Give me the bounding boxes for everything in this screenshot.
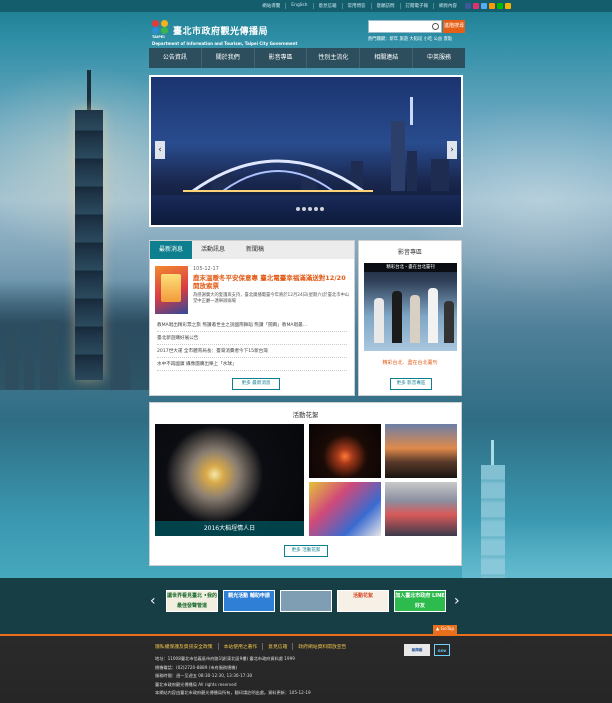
top-link-newsletter[interactable]: 訂閱電子報 [399,3,434,9]
video-overlay-title: 精彩台北・盡在台北臺刊 [364,263,457,272]
facebook-icon[interactable] [465,3,471,9]
banner-voice[interactable]: 讓世界看見臺北 •我的最佳發聲管道 [166,590,218,612]
footer-info: 地址：11008臺北市信義區市府路1號(東北區9樓) 臺北市政府資料處 1999… [155,655,395,698]
slider-dot[interactable] [302,207,306,211]
news-list-item[interactable]: 2017世大運 全市體育局長：臺灣消費者今下15新台灣 [157,345,347,358]
featured-news-title[interactable]: 鹿末溫暖冬平安保意專 臺北電臺幸福滿滿送對12/20開放索票 [193,274,351,290]
slider-dot[interactable] [320,207,324,211]
top-link-sitemap[interactable]: 網站導覽 [257,3,285,9]
top-link-faq[interactable]: 常用問答 [341,3,371,9]
search-icon[interactable] [432,23,439,30]
banner-photo[interactable] [280,590,332,612]
news-list-item[interactable]: 教MA唱出精彩票之旅 熊讚邀世主之說國際舞蹈 熊讚「閱兩」教MA唱最... [157,319,347,332]
slider-bridge [183,159,373,193]
gallery-featured-caption: 2016大稻埕情人日 [155,521,304,536]
video-caption[interactable]: 精彩台北．盡在台北臺刊 [359,359,461,366]
nav-links[interactable]: 相關連結 [360,48,414,68]
featured-news-image[interactable] [155,266,188,314]
top-link-feedback[interactable]: 意見信箱 [312,3,342,9]
share-icon[interactable] [505,3,511,9]
taipei-logo-icon: TAIPEI [152,20,170,40]
more-gallery-button[interactable]: 更多 活動花絮 [284,545,328,557]
nav-media[interactable]: 影音專區 [255,48,308,68]
more-news-button[interactable]: 更多 最新消息 [232,378,280,390]
gallery-featured-photo[interactable]: 2016大稻埕情人日 [155,424,304,536]
slider-tower [410,97,413,125]
news-list-item[interactable]: 水中不再國廣 攝像團購出樂上「水球」 [157,358,347,371]
tab-events[interactable]: 活動訊息 [192,241,234,259]
twitter-icon[interactable] [481,3,487,9]
news-panel: 最新消息 活動訊息 新聞稿 105-12-17 鹿末溫暖冬平安保意專 臺北電臺幸… [149,240,355,396]
slider-dot[interactable] [314,207,318,211]
footer-link-feedback[interactable]: 意見信箱 [262,643,292,650]
slider-dots [296,207,324,211]
footer-link-privacy[interactable]: 隱私權保護及資訊安全政策 [155,643,218,650]
footer-link-copyright[interactable]: 本站使用之著作 [217,643,263,650]
gallery-photo-sunset-city[interactable] [385,424,457,478]
tab-latest-news[interactable]: 最新消息 [150,241,192,259]
video-panel: 影音專區 精彩台北・盡在台北臺刊 精彩台北．盡在台北臺刊 更多 影音專區 [358,240,462,396]
news-tabs: 最新消息 活動訊息 新聞稿 [150,241,354,259]
gallery-title: 活動花絮 [292,411,319,419]
slider-next-button[interactable]: › [447,141,457,159]
gallery-panel: 活動花絮 2016大稻埕情人日 更多 活動花絮 [149,402,462,566]
footer-divider [0,634,612,636]
logo-title: 臺北市政府觀光傳播局 [173,26,269,37]
footer-notice: 本網站內容由臺北市政府觀光傳播局所有，翻印請註明出處。資料更新：105-12-1… [155,690,311,695]
top-link-content[interactable]: 網頁內容 [433,3,462,9]
advanced-search-button[interactable]: 進階搜尋 [443,20,465,33]
slider-dot[interactable] [308,207,312,211]
footer-phone: 總機電話：(02)2720-8889 (市府服務總機) [155,664,238,670]
nav-gender[interactable]: 性別主流化 [307,48,361,68]
banner-tourism-subsidy[interactable]: 觀光活動 輔助申請 [223,590,275,612]
gallery-photo-marathon[interactable] [385,482,457,536]
footer-address: 地址：11008臺北市信義區市府路1號(東北區9樓) 臺北市政府資料處 1999 [155,656,295,661]
gov-badge[interactable]: GOV [434,644,450,656]
banner-prev-button[interactable]: ‹ [150,590,156,612]
news-list-item[interactable]: 臺北新遊購好展公告 [157,332,347,345]
tab-press[interactable]: 新聞稿 [234,241,276,259]
top-links: 網站導覽 English 意見信箱 常用問答 意願訪問 訂閱電子報 網頁內容 [257,3,462,9]
logo-mark-label: TAIPEI [152,35,165,39]
hot-keywords[interactable]: 熱門關鍵：新年 旅遊 大稻埕 小吃 公益 景點 [368,36,452,42]
top-link-english[interactable]: English [285,3,312,9]
banner-next-button[interactable]: › [454,590,460,612]
video-section-title: 影音專區 [397,249,422,256]
gallery-photo-parade[interactable] [309,482,381,536]
main-nav: 公告資訊 關於我們 影音專區 性別主流化 相關連結 中英服務 [149,48,465,68]
slider-prev-button[interactable]: ‹ [155,141,165,159]
gotop-button[interactable]: ▲ GoTop [433,625,457,634]
footer-link-open-data[interactable]: 政府網站資料開放宣告 [292,643,351,650]
taipei-101-photo [70,70,108,380]
top-link-survey[interactable]: 意願訪問 [370,3,400,9]
nav-about[interactable]: 關於我們 [202,48,255,68]
featured-news-description: 為感謝廣大的愛護與支持，臺北廣播電臺今年將於12月24日(星期六)於臺北市中山堂… [193,293,350,304]
footer-links: 隱私權保護及資訊安全政策 本站使用之著作 意見信箱 政府網站資料開放宣告 [155,643,351,650]
taipei-101-illustration [478,440,508,580]
footer-hours: 服務時間：週一至週五 08:30-12:30, 13:30-17:30 [155,673,253,678]
logo-subtitle: Department of Information and Tourism, T… [152,41,298,46]
gallery-photo-fireworks-tower[interactable] [309,424,381,478]
banner-activities[interactable]: 活動花絮 [337,590,389,612]
nav-announcements[interactable]: 公告資訊 [149,48,202,68]
slider-dot[interactable] [296,207,300,211]
line-icon[interactable] [497,3,503,9]
accessibility-badge[interactable]: 無障礙 [404,644,430,656]
featured-news-date: 105-12-17 [193,266,219,272]
instagram-icon[interactable] [473,3,479,9]
social-icons [465,3,511,9]
site-logo[interactable]: TAIPEI 臺北市政府觀光傳播局 [152,20,268,40]
nav-services[interactable]: 中英服務 [413,48,465,68]
video-thumbnail[interactable]: 精彩台北・盡在台北臺刊 [364,263,457,351]
hero-slider[interactable]: ‹ › [149,75,463,227]
more-video-button[interactable]: 更多 影音專區 [390,378,432,390]
news-list: 教MA唱出精彩票之旅 熊讚邀世主之說國際舞蹈 熊讚「閱兩」教MA唱最... 臺北… [157,319,347,371]
banner-line-friend[interactable]: 加入臺北市政府 LINE 好友 [394,590,446,612]
footer-rights: 臺北市政府觀光傳播局 All rights reserved [155,681,237,687]
rss-icon[interactable] [489,3,495,9]
search-input[interactable] [368,20,442,33]
slider-river [151,195,461,225]
